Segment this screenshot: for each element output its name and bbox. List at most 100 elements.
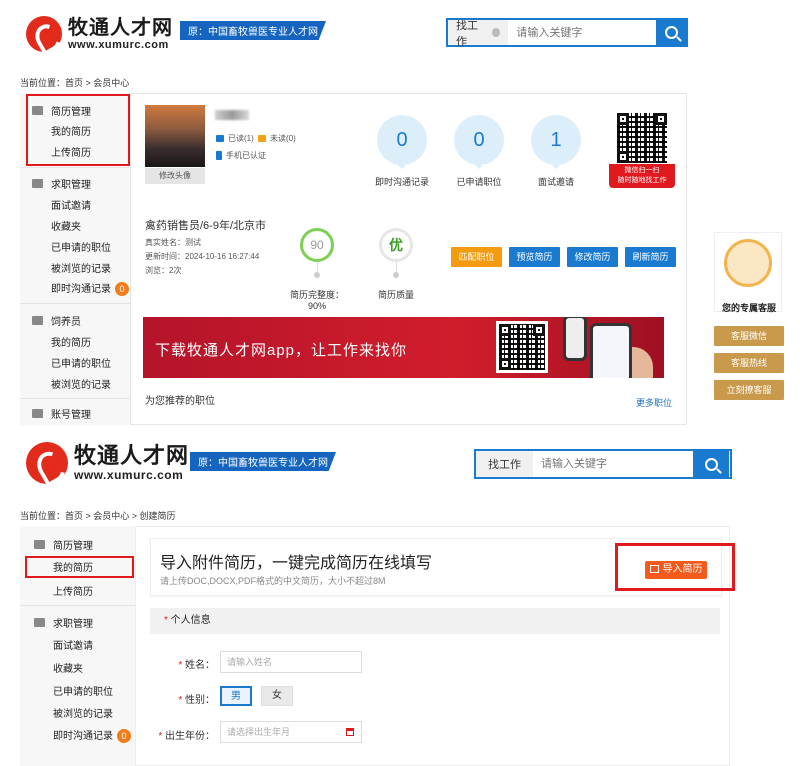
logo-url: www.xumurc.com xyxy=(68,39,169,51)
stat-applied-label: 已申请职位 xyxy=(456,177,502,187)
resume-job-title: 禽药销售员/6-9年/北京市 xyxy=(145,220,267,232)
phone-mockup xyxy=(590,323,632,378)
logo-url: www.xumurc.com xyxy=(74,468,184,482)
sidebar-item-favorites[interactable]: 收藏夹 xyxy=(53,660,83,675)
sidebar-item-applied[interactable]: 已申请的职位 xyxy=(53,683,113,698)
more-jobs-link[interactable]: 更多职位 xyxy=(636,396,672,409)
sidebar-item-viewed[interactable]: 被浏览的记录 xyxy=(53,705,113,720)
birth-label: * 出生年份： xyxy=(158,731,215,742)
breadcrumb: 当前位置：首页 > 会员中心 > 创建简历 xyxy=(20,511,176,521)
import-hint: 请上传DOC,DOCX,PDF格式的中文简历，大小不超过8M xyxy=(160,576,386,586)
service-contact-button[interactable]: 立刻撩客服 xyxy=(714,380,784,400)
completeness-ring: 90 xyxy=(300,228,334,262)
folder-icon xyxy=(34,540,45,549)
calendar-icon[interactable] xyxy=(346,728,354,736)
app-download-banner[interactable]: 下载牧通人才网app，让工作来找你 xyxy=(143,317,664,378)
logo-icon xyxy=(26,442,68,484)
sidebar-item-feeder-applied[interactable]: 已申请的职位 xyxy=(51,355,111,370)
edit-resume-button[interactable]: 修改简历 xyxy=(567,247,618,267)
sidebar-item-viewed[interactable]: 被浏览的记录 xyxy=(51,260,111,275)
match-jobs-button[interactable]: 匹配职位 xyxy=(451,247,502,267)
service-title: 您的专属客服 xyxy=(721,303,776,313)
name-label: * 姓名： xyxy=(178,660,215,671)
clear-icon[interactable] xyxy=(492,28,501,37)
import-title: 导入附件简历，一键完成简历在线填写 xyxy=(160,555,433,572)
chat-count-badge: 0 xyxy=(115,282,129,296)
search-category[interactable]: 找工作 xyxy=(448,20,509,48)
birth-input[interactable]: 请选择出生年月 xyxy=(220,721,362,743)
sidebar-group-resume[interactable]: 简历管理 xyxy=(34,537,93,552)
message-read[interactable]: 已读(1) xyxy=(216,133,254,144)
search-bar: 找工作 xyxy=(474,449,732,479)
sidebar-item-feeder-viewed[interactable]: 被浏览的记录 xyxy=(51,376,111,391)
highlight-box xyxy=(26,94,130,166)
stat-chat-label: 即时沟通记录 xyxy=(374,177,429,187)
sidebar-item-applied[interactable]: 已申请的职位 xyxy=(51,239,111,254)
user-name-blurred xyxy=(215,110,249,120)
stat-interview-count[interactable]: 1 xyxy=(531,115,581,169)
wechat-qr-code xyxy=(617,113,667,163)
name-input[interactable]: 请输入姓名 xyxy=(220,651,362,673)
refresh-resume-button[interactable]: 刷新简历 xyxy=(625,247,676,267)
headset-agent-icon xyxy=(724,239,772,287)
search-category[interactable]: 找工作 xyxy=(476,451,533,477)
phone-verified: 手机已认证 xyxy=(216,150,266,161)
sidebar-item-upload-resume[interactable]: 上传简历 xyxy=(53,583,93,598)
sidebar-item-interviews[interactable]: 面试邀请 xyxy=(53,637,93,652)
resume-info: 真实姓名：测试 更新时间：2024-10-16 16:27:44 浏览：2次 xyxy=(145,238,260,275)
service-wechat-button[interactable]: 客服微信 xyxy=(714,326,784,346)
quality-label: 简历质量 xyxy=(377,290,414,300)
logo-icon xyxy=(26,16,62,52)
site-logo[interactable]: 牧通人才网 www.xumurc.com xyxy=(26,442,189,484)
search-button[interactable] xyxy=(693,451,729,477)
message-unread[interactable]: 未读(0) xyxy=(258,133,296,144)
sidebar-item-chat-records[interactable]: 即时沟通记录 0 xyxy=(51,280,129,296)
recommend-title: 为您推荐的职位 xyxy=(145,396,215,407)
sidebar-item-feeder-resume[interactable]: 我的简历 xyxy=(51,334,91,349)
job-icon xyxy=(32,179,43,188)
quality-ring: 优 xyxy=(379,228,413,262)
logo-name: 牧通人才网 xyxy=(68,17,173,39)
change-avatar-button[interactable]: 修改头像 xyxy=(145,168,205,184)
search-input[interactable] xyxy=(533,451,693,477)
highlight-box xyxy=(25,556,134,578)
wechat-scan-tag: 微信扫一扫 随时随地找工作 xyxy=(609,164,675,188)
sidebar-item-chat-records[interactable]: 即时沟通记录 0 xyxy=(53,727,131,743)
gender-male-option[interactable]: 男 xyxy=(220,686,252,706)
service-hotline-button[interactable]: 客服热线 xyxy=(714,353,784,373)
sidebar-group-account[interactable]: 账号管理 xyxy=(32,406,91,421)
sidebar-item-interviews[interactable]: 面试邀请 xyxy=(51,197,91,212)
site-slogan: 原：中国畜牧兽医专业人才网 xyxy=(180,21,326,40)
site-slogan: 原：中国畜牧兽医专业人才网 xyxy=(190,452,336,471)
customer-service-card: 您的专属客服 xyxy=(714,232,782,313)
preview-resume-button[interactable]: 预览简历 xyxy=(509,247,560,267)
job-icon xyxy=(34,618,45,627)
search-input[interactable] xyxy=(508,20,657,45)
mail-icon xyxy=(258,135,266,142)
completeness-label: 简历完整度：90% xyxy=(289,290,344,311)
sidebar-group-feeder[interactable]: 饲养员 xyxy=(32,313,81,328)
highlight-box xyxy=(615,543,735,591)
member-center-screen: 牧通人才网 www.xumurc.com 原：中国畜牧兽医专业人才网 找工作 当… xyxy=(0,0,800,425)
app-qr-code xyxy=(496,321,548,373)
site-logo[interactable]: 牧通人才网 www.xumurc.com xyxy=(26,16,173,52)
stat-interview-label: 面试邀请 xyxy=(537,177,574,187)
section-personal-info: * 个人信息 xyxy=(150,608,720,634)
search-button[interactable] xyxy=(656,20,686,45)
search-icon xyxy=(704,457,718,471)
sidebar-item-favorites[interactable]: 收藏夹 xyxy=(51,218,81,233)
search-icon xyxy=(664,26,678,39)
stat-chat-count[interactable]: 0 xyxy=(377,115,427,169)
phone-mockup-back xyxy=(563,317,587,361)
sidebar-group-jobseek[interactable]: 求职管理 xyxy=(34,615,93,630)
gender-label: * 性别： xyxy=(178,695,215,706)
account-icon xyxy=(32,409,43,418)
breadcrumb: 当前位置：首页 > 会员中心 xyxy=(20,78,130,88)
stat-applied-count[interactable]: 0 xyxy=(454,115,504,169)
search-bar: 找工作 xyxy=(446,18,688,48)
create-resume-screen: 牧通人才网 www.xumurc.com 原：中国畜牧兽医专业人才网 找工作 当… xyxy=(0,432,800,766)
mail-icon xyxy=(216,135,224,142)
sidebar-group-jobseek[interactable]: 求职管理 xyxy=(32,176,91,191)
gender-female-option[interactable]: 女 xyxy=(261,686,293,706)
phone-icon xyxy=(216,151,222,160)
